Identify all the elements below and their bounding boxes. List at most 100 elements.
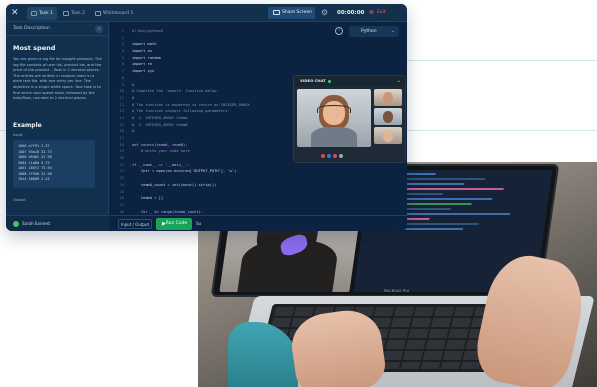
language-select[interactable]: Python ⌄: [349, 26, 399, 37]
info-icon[interactable]: i: [335, 27, 343, 35]
user-status-bar: Sarah Earnest: [6, 215, 109, 231]
example-heading: Example: [13, 122, 42, 129]
code-line: 3 import math: [114, 41, 294, 48]
collapse-icon[interactable]: ‹: [95, 25, 103, 33]
code-text: import os: [132, 49, 152, 54]
line-number: 8: [121, 75, 124, 80]
share-screen-button[interactable]: Share Screen: [268, 7, 315, 19]
code-line: 13 # The function accepts following param…: [114, 108, 294, 115]
line-number: 17: [119, 136, 124, 140]
background-line: [400, 60, 597, 61]
line-number: 16: [119, 129, 124, 134]
screen-icon: [273, 10, 280, 15]
code-line: 18 def counts(teamA, teamB):: [114, 142, 294, 149]
participant-thumbnail[interactable]: [374, 127, 402, 144]
line-number: 19: [119, 149, 124, 154]
online-status-icon: [13, 221, 19, 227]
code-line: 5 import random: [114, 55, 294, 62]
input-label: Input: [13, 133, 23, 137]
user-name: Sarah Earnest: [22, 221, 51, 226]
code-lines: 1 #!/bin/python3 2 3 import math 4 import os 5 i…: [114, 28, 294, 229]
line-number: 2: [121, 35, 124, 40]
code-line: 2: [114, 35, 294, 42]
code-line: 16 #: [114, 128, 294, 135]
line-number: 1: [121, 29, 124, 33]
code-line: 25: [114, 189, 294, 196]
participant-thumbnail[interactable]: [374, 108, 402, 125]
interview-timer: 00:00:00: [337, 10, 365, 16]
submit-button[interactable]: Su: [196, 219, 206, 229]
line-number: 24: [119, 182, 124, 187]
main-video-feed: [297, 89, 371, 147]
panel-header: Task Description ‹: [6, 22, 108, 36]
tab-task-1[interactable]: Task 1: [27, 7, 57, 20]
line-number: 23: [119, 176, 124, 181]
code-text: # 2. INTEGER_ARRAY teamB: [132, 122, 188, 127]
line-number: 13: [119, 109, 124, 114]
code-line: 9 #: [114, 82, 294, 89]
play-icon: ▶: [162, 221, 166, 227]
whiteboard-icon: [95, 11, 101, 16]
tab-whiteboard-1[interactable]: Whiteboard 1: [91, 7, 137, 20]
code-text: import sys: [132, 69, 155, 74]
code-text: #!/bin/python3: [132, 29, 164, 33]
output-label: Output: [13, 198, 26, 202]
line-number: 12: [119, 102, 124, 107]
code-text: import random: [132, 55, 161, 60]
video-chat-header: VIDEO CHAT ⌄: [294, 76, 405, 86]
code-text: # Write your code here: [132, 149, 190, 154]
example-input-box: 1006 e7f91 2.37 1007 93a10 32.73 1006 d9…: [13, 140, 95, 188]
tab-icon: [31, 11, 37, 16]
run-code-button[interactable]: ▶ Run Code: [156, 218, 192, 230]
code-line: 27: [114, 202, 294, 209]
line-number: 15: [119, 122, 124, 127]
code-text: import math: [132, 42, 157, 47]
more-icon[interactable]: [339, 154, 343, 158]
line-number: 6: [121, 62, 124, 67]
code-text: #: [132, 82, 135, 87]
code-text: if __name__ == '__main__':: [132, 162, 190, 167]
input-line: 7014 48689 2.44: [18, 177, 50, 181]
input-output-button[interactable]: Input / Output: [118, 219, 152, 229]
code-line: 21 if __name__ == '__main__':: [114, 162, 294, 169]
line-number: 18: [119, 142, 124, 147]
line-number: 25: [119, 189, 124, 194]
line-number: 7: [121, 69, 124, 74]
task-title: Most spend: [13, 44, 56, 52]
editor-controls: Input / Output ▶ Run Code Su: [110, 215, 407, 231]
code-line: 6 import re: [114, 61, 294, 68]
code-line: 4 import os: [114, 48, 294, 55]
code-line: 23: [114, 175, 294, 182]
hangup-icon[interactable]: [333, 154, 337, 158]
top-bar: ✕ Task 1 Task 2 Whiteboard 1 Share Scree…: [6, 4, 407, 27]
line-number: 4: [121, 49, 124, 54]
code-text: #: [132, 95, 135, 100]
code-line: 19 # Write your code here: [114, 148, 294, 155]
camera-icon[interactable]: [327, 154, 331, 158]
code-line: 10 # Complete the 'counts' function below…: [114, 88, 294, 95]
code-line: 24 teamA_count = int(input().strip()): [114, 182, 294, 189]
code-line: 7 import sys: [114, 68, 294, 75]
code-text: # 1. INTEGER_ARRAY teamA: [132, 115, 188, 120]
close-icon: ⊗: [369, 9, 375, 16]
mic-icon[interactable]: [321, 154, 325, 158]
line-number: 20: [119, 156, 124, 161]
code-line: 26 teamA = []: [114, 195, 294, 202]
code-text: # The function is expected to return an …: [132, 102, 252, 107]
line-number: 3: [121, 42, 124, 47]
code-text: teamA_count = int(input().strip()): [132, 182, 217, 187]
line-number: 26: [119, 196, 124, 201]
code-text: # The function accepts following paramet…: [132, 109, 230, 114]
chevron-down-icon: ⌄: [390, 28, 395, 34]
code-line: 17: [114, 135, 294, 142]
tab-task-2[interactable]: Task 2: [59, 7, 89, 20]
code-line: 20: [114, 155, 294, 162]
gear-icon[interactable]: ⚙: [319, 7, 330, 18]
tab-icon: [63, 11, 69, 16]
exit-interview-button[interactable]: ⊗ Exit Interview: [366, 7, 405, 27]
code-line: 8: [114, 75, 294, 82]
chevron-down-icon[interactable]: ⌄: [397, 76, 401, 86]
code-line: 14 # 1. INTEGER_ARRAY teamA: [114, 115, 294, 122]
code-text: #: [132, 129, 135, 134]
participant-thumbnail[interactable]: [374, 89, 402, 106]
